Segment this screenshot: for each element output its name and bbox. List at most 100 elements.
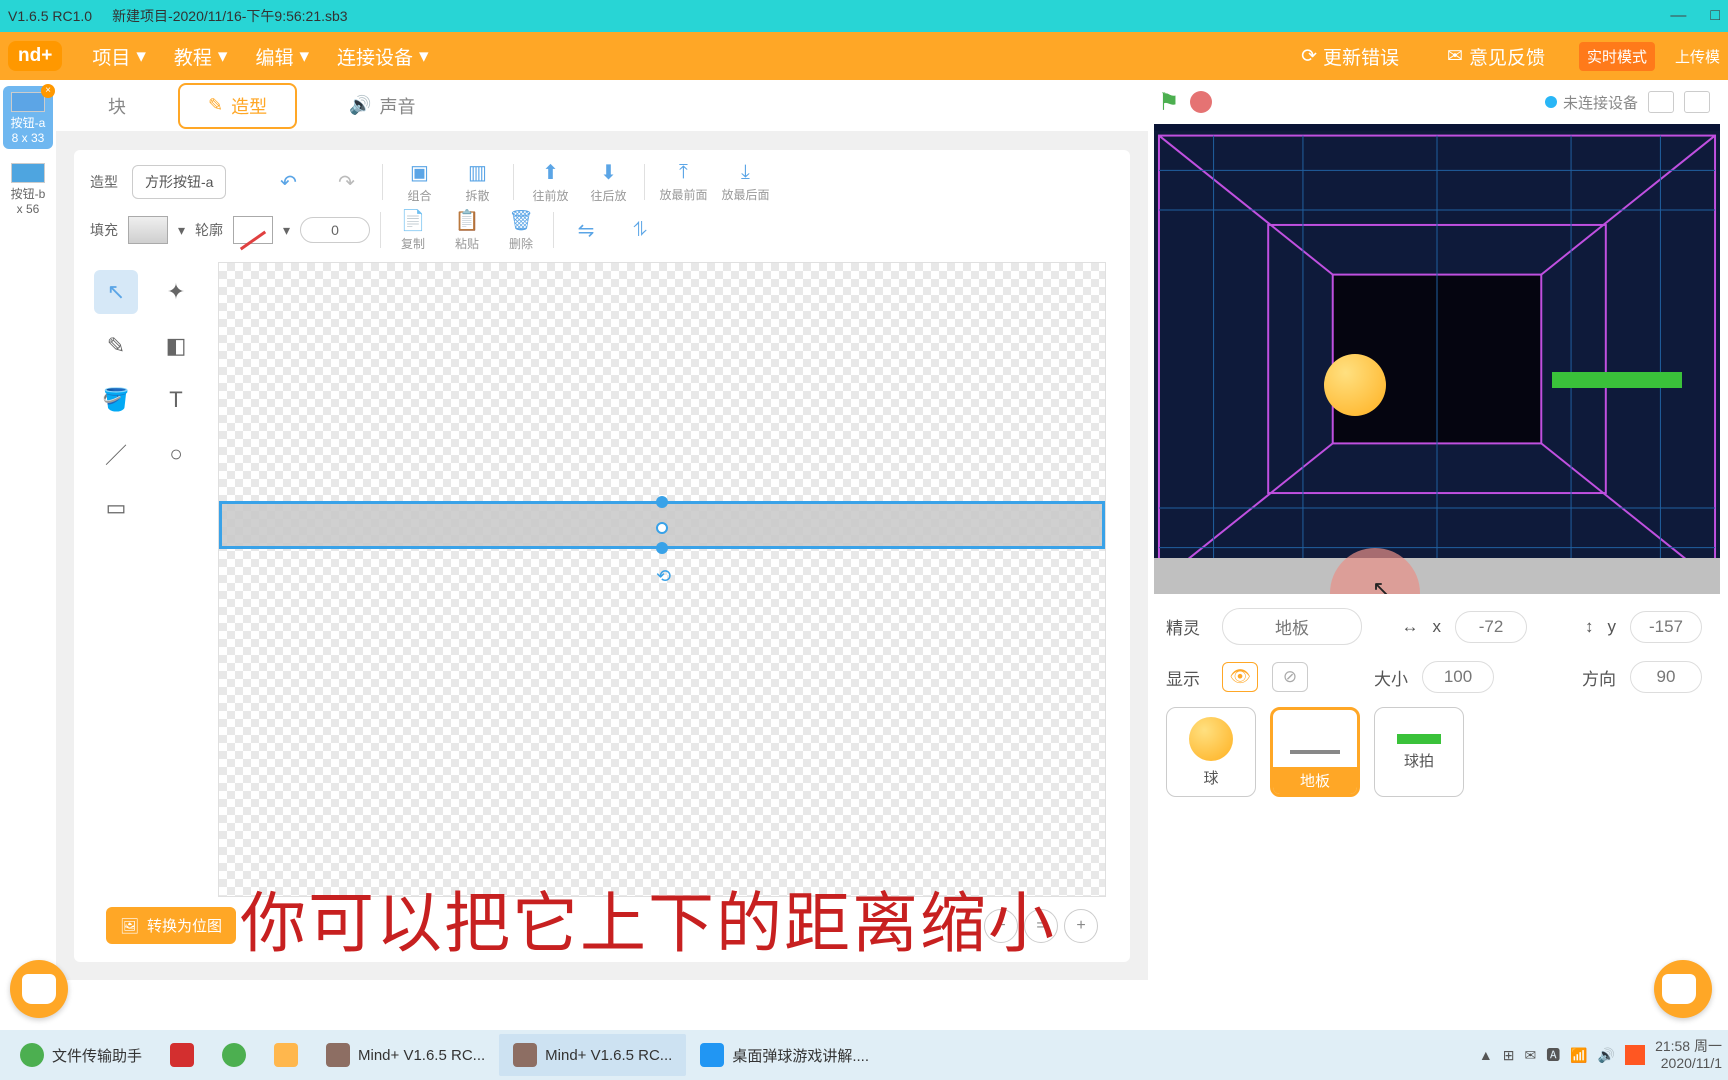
- convert-bitmap-button[interactable]: 🖼 转换为位图: [106, 907, 236, 944]
- wifi-icon[interactable]: 📶: [1570, 1047, 1587, 1064]
- tab-costume[interactable]: ✎造型: [178, 83, 297, 129]
- drawing-canvas[interactable]: ⟲: [218, 262, 1106, 897]
- tray-icon[interactable]: ▲: [1479, 1047, 1493, 1063]
- menu-tutorial[interactable]: 教程▾: [174, 43, 228, 70]
- delete-button[interactable]: 🗑删除: [499, 208, 543, 252]
- close-icon[interactable]: ×: [41, 84, 55, 98]
- sprite-list: 球 地板 球拍: [1148, 707, 1720, 797]
- sprite-floor[interactable]: 地板: [1270, 707, 1360, 797]
- copy-button[interactable]: 📄复制: [391, 208, 435, 252]
- sprite-paddle[interactable]: 球拍: [1374, 707, 1464, 797]
- main: × 按钮-a 8 x 33 按钮-b x 56 块 ✎造型 🔊声音 造型 方形按…: [0, 80, 1728, 980]
- paddle-icon: [1397, 734, 1441, 744]
- cursor-icon: ↖: [1372, 576, 1390, 594]
- costume-label: 造型: [90, 172, 118, 192]
- taskbar-netease[interactable]: [156, 1034, 208, 1076]
- y-input[interactable]: -157: [1630, 611, 1702, 643]
- taskbar-mindplus-1[interactable]: Mind+ V1.6.5 RC...: [312, 1034, 499, 1076]
- ungroup-button[interactable]: ▥拆散: [455, 160, 499, 204]
- brush-tool[interactable]: ✎: [94, 324, 138, 368]
- sprite-ball[interactable]: 球: [1166, 707, 1256, 797]
- backmost-button[interactable]: ⤓放最后面: [721, 161, 769, 203]
- fill-label: 填充: [90, 220, 118, 240]
- fliph-button[interactable]: ⇋: [564, 218, 608, 243]
- volume-icon[interactable]: 🔊: [1598, 1047, 1615, 1064]
- maximize-button[interactable]: □: [1710, 7, 1720, 25]
- fill-swatch[interactable]: [128, 216, 168, 244]
- add-sprite-fab[interactable]: [1654, 960, 1712, 1018]
- text-tool[interactable]: T: [154, 378, 198, 422]
- stop-button[interactable]: [1190, 91, 1212, 113]
- update-errors[interactable]: ⟳更新错误: [1301, 43, 1399, 70]
- green-flag-button[interactable]: ⚑: [1158, 88, 1180, 117]
- feedback[interactable]: ✉意见反馈: [1447, 43, 1545, 70]
- menu-edit[interactable]: 编辑▾: [255, 43, 309, 70]
- resize-handle-bottom[interactable]: [656, 542, 668, 554]
- stage-paddle[interactable]: [1552, 372, 1682, 388]
- circle-tool[interactable]: ○: [154, 432, 198, 476]
- forward-button[interactable]: ⬆往前放: [528, 160, 572, 204]
- tray-icon[interactable]: 🅰: [1546, 1045, 1560, 1065]
- connection-status: 未连接设备: [1545, 91, 1710, 113]
- paste-button[interactable]: 📋粘贴: [445, 208, 489, 252]
- add-costume-fab[interactable]: [10, 960, 68, 1018]
- menu-project[interactable]: 项目▾: [92, 43, 146, 70]
- frontmost-button[interactable]: ⤒放最前面: [659, 161, 707, 203]
- taskbar-wechat[interactable]: 文件传输助手: [6, 1034, 156, 1076]
- stroke-width-input[interactable]: 0: [300, 217, 370, 243]
- eraser-tool[interactable]: ◧: [154, 324, 198, 368]
- costume-list: × 按钮-a 8 x 33 按钮-b x 56: [0, 80, 56, 980]
- clock[interactable]: 21:58 周一 2020/11/1: [1655, 1038, 1722, 1072]
- taskbar-wps[interactable]: 桌面弹球游戏讲解....: [686, 1034, 883, 1076]
- flipv-button[interactable]: ⥮: [618, 219, 662, 242]
- stage-large-button[interactable]: [1684, 91, 1710, 113]
- selected-shape[interactable]: ⟲: [219, 501, 1105, 549]
- stage-small-button[interactable]: [1648, 91, 1674, 113]
- tray-icon[interactable]: ⊞: [1503, 1047, 1515, 1064]
- stage-floor[interactable]: [1154, 558, 1720, 594]
- line-tool[interactable]: ／: [94, 432, 138, 476]
- project-name: 新建项目-2020/11/16-下午9:56:21.sb3: [112, 6, 348, 26]
- reshape-tool[interactable]: ✦: [154, 270, 198, 314]
- x-input[interactable]: -72: [1455, 611, 1527, 643]
- tab-sound[interactable]: 🔊声音: [321, 85, 443, 127]
- floor-icon: [1290, 750, 1340, 754]
- redo-button[interactable]: ↷: [324, 170, 368, 195]
- sprite-name-input[interactable]: 地板: [1222, 608, 1362, 645]
- mindplus-icon: [326, 1043, 350, 1067]
- zoom-in-button[interactable]: +: [1064, 909, 1098, 943]
- netease-icon: [170, 1043, 194, 1067]
- menu-connect[interactable]: 连接设备▾: [337, 43, 429, 70]
- hide-button[interactable]: ⊘: [1272, 662, 1308, 692]
- x-icon: ↔: [1402, 617, 1419, 637]
- tray-icon[interactable]: ✉: [1524, 1047, 1536, 1064]
- backward-button[interactable]: ⬇往后放: [586, 160, 630, 204]
- select-tool[interactable]: ↖: [94, 270, 138, 314]
- taskbar-explorer[interactable]: [260, 1034, 312, 1076]
- realtime-mode[interactable]: 实时模式: [1579, 42, 1655, 71]
- taskbar-mindplus-2[interactable]: Mind+ V1.6.5 RC...: [499, 1034, 686, 1076]
- direction-input[interactable]: 90: [1630, 661, 1702, 693]
- show-button[interactable]: 👁: [1222, 662, 1258, 692]
- size-input[interactable]: 100: [1422, 661, 1494, 693]
- system-tray: ▲ ⊞ ✉ 🅰 📶 🔊 21:58 周一 2020/11/1: [1479, 1038, 1722, 1072]
- minimize-button[interactable]: —: [1670, 7, 1686, 25]
- taskbar-browser[interactable]: [208, 1034, 260, 1076]
- costume-thumb-b[interactable]: 按钮-b x 56: [3, 157, 53, 220]
- rotate-handle[interactable]: ⟲: [656, 566, 668, 578]
- tab-blocks[interactable]: 块: [80, 85, 154, 127]
- group-button[interactable]: ▣组合: [397, 160, 441, 204]
- upload-mode[interactable]: 上传模: [1675, 46, 1720, 67]
- sogou-icon[interactable]: [1625, 1045, 1645, 1065]
- stage[interactable]: ↖: [1154, 124, 1720, 594]
- status-dot-icon: [1545, 96, 1557, 108]
- move-handle[interactable]: [656, 522, 668, 534]
- rect-tool[interactable]: ▭: [94, 486, 138, 530]
- stroke-swatch[interactable]: [233, 216, 273, 244]
- costume-thumb-a[interactable]: × 按钮-a 8 x 33: [3, 86, 53, 149]
- stage-ball[interactable]: [1324, 354, 1386, 416]
- costume-name-input[interactable]: 方形按钮-a: [132, 165, 226, 199]
- undo-button[interactable]: ↶: [266, 170, 310, 195]
- fill-tool[interactable]: 🪣: [94, 378, 138, 422]
- resize-handle-top[interactable]: [656, 496, 668, 508]
